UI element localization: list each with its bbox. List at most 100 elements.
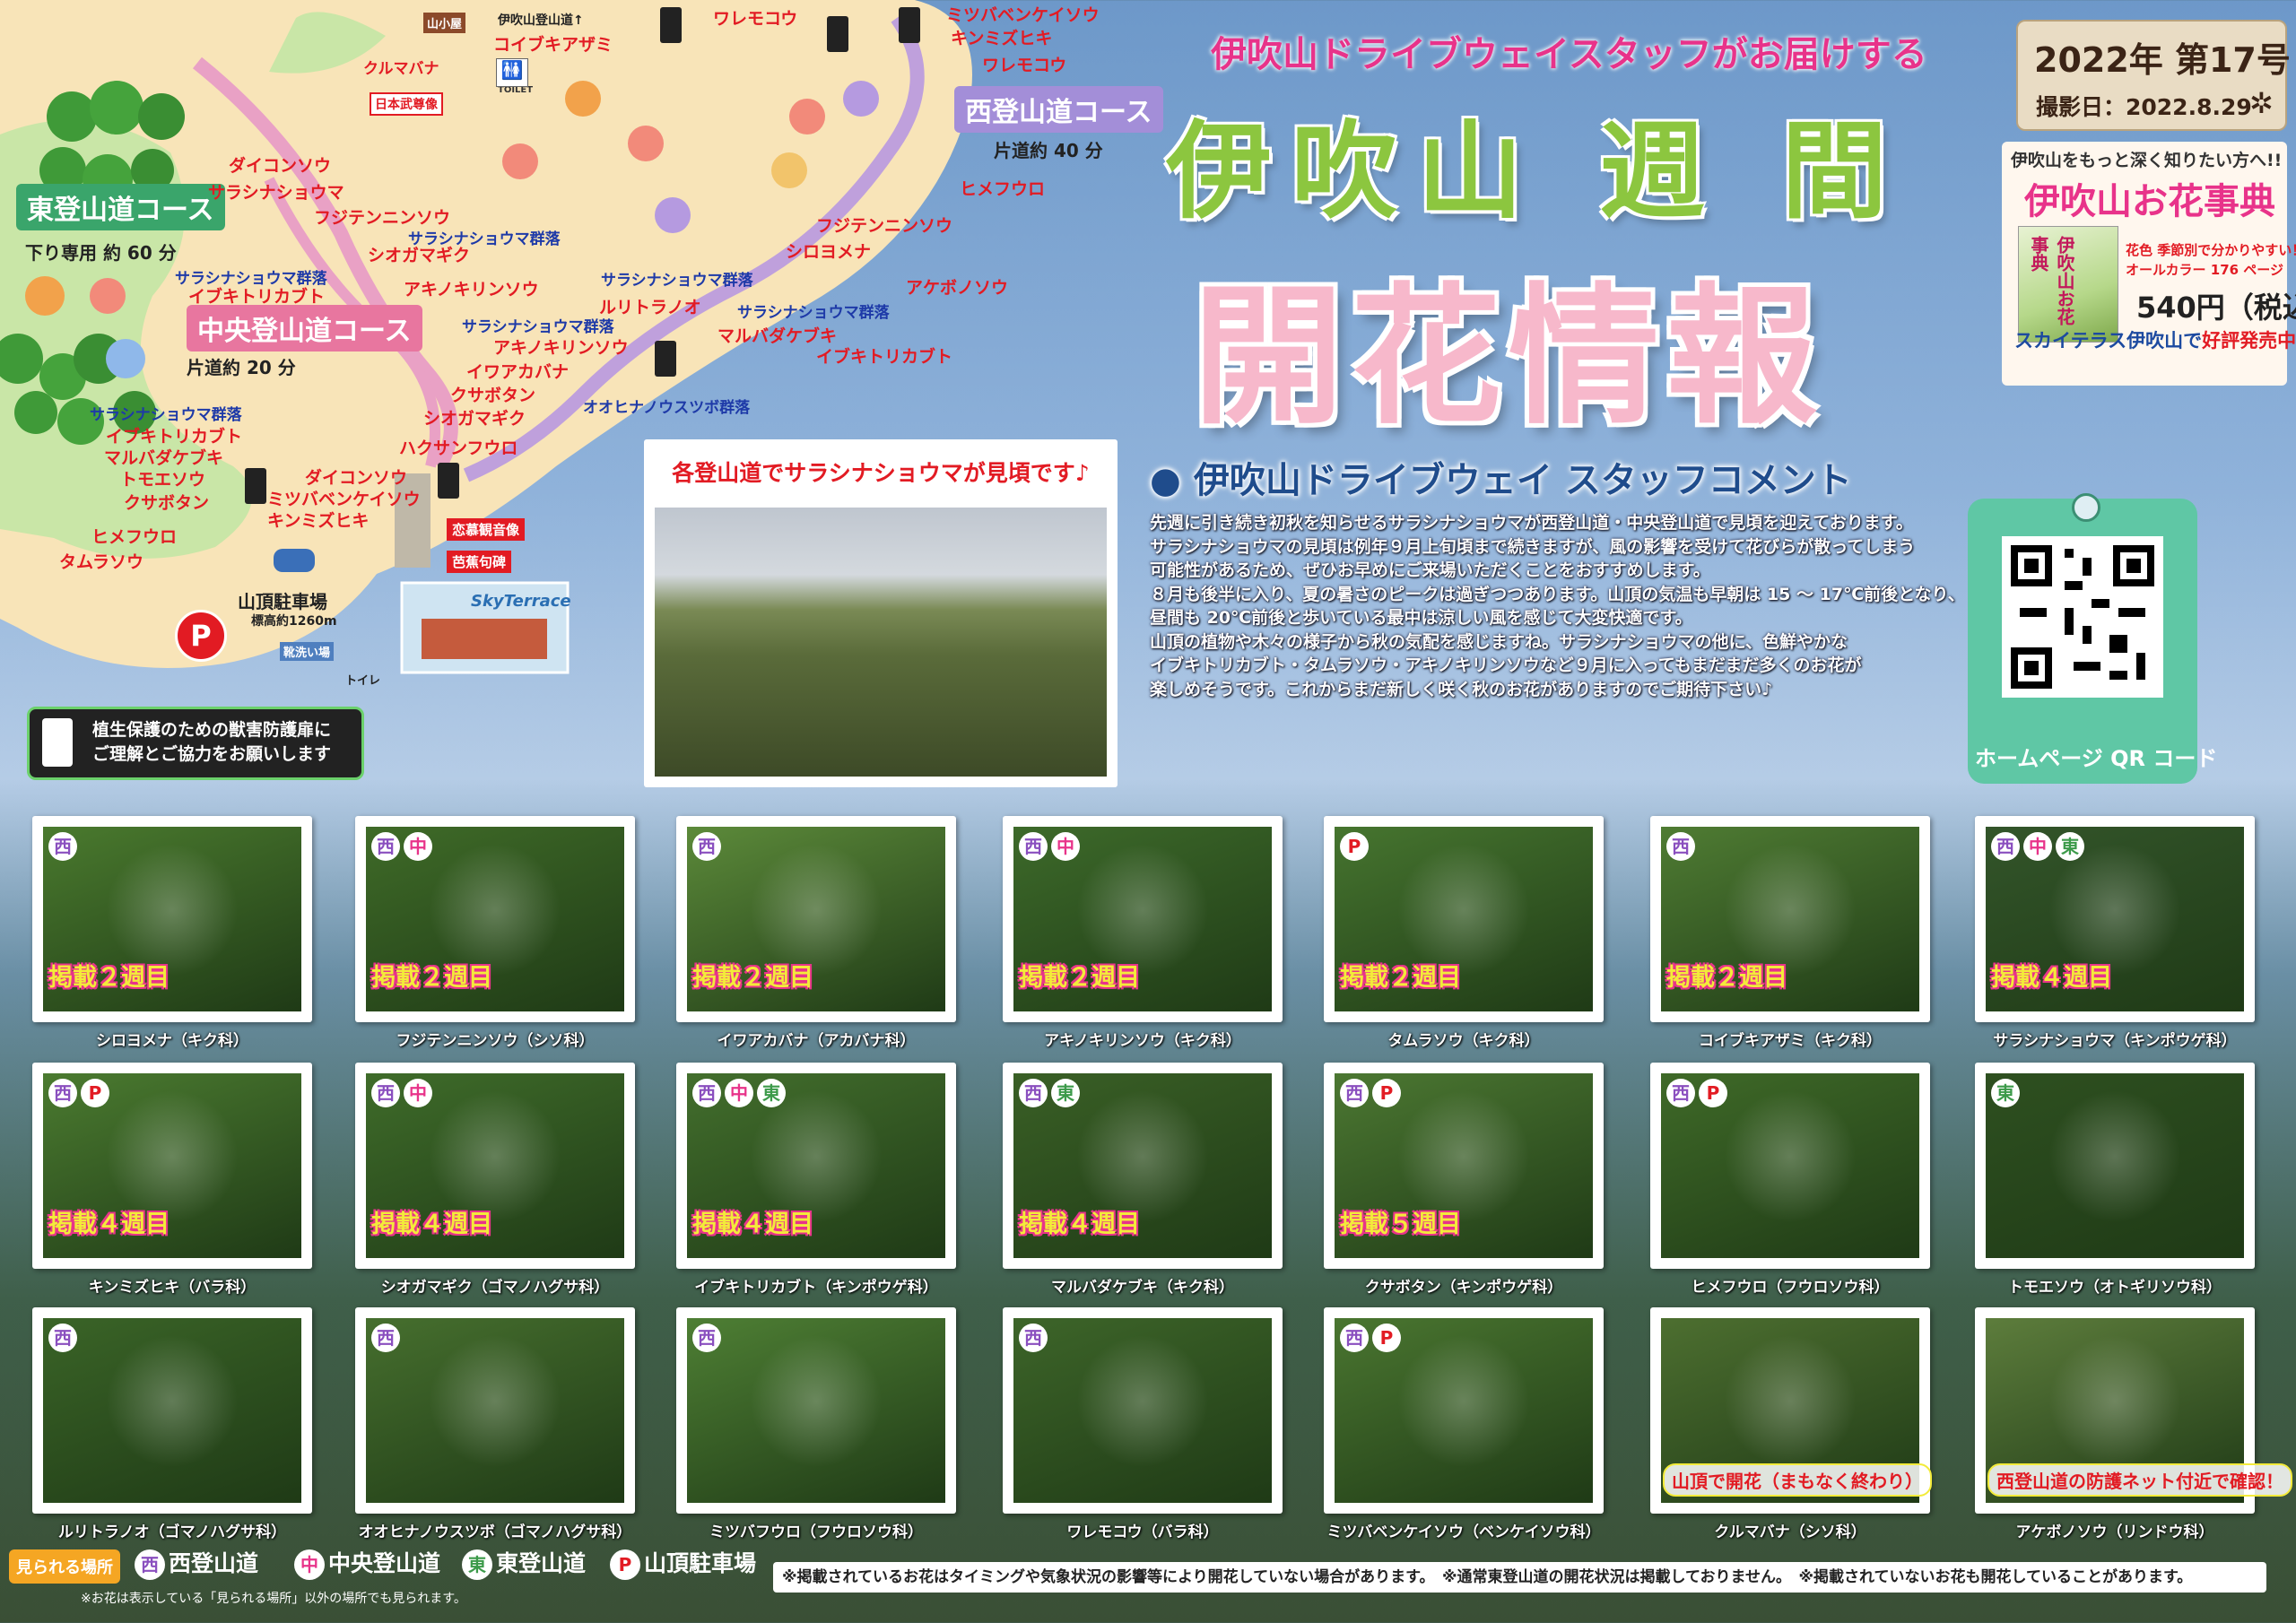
flower-photo-frame: 西掲載２週目 — [32, 816, 312, 1022]
comment-line: ８月も後半に入り、夏の暑さのピークは過ぎつつあります。山頂の気温も早朝は 15 … — [1150, 584, 1965, 604]
parking-label: 山頂駐車場 — [238, 591, 327, 612]
flower-name: トモエソウ（オトギリソウ科） — [2008, 1279, 2222, 1297]
location-badge: 西 — [1340, 1079, 1369, 1107]
koibo-label: 恋慕観音像 — [447, 518, 526, 541]
location-badge: 東 — [2056, 832, 2084, 861]
map-kinmizu: キンミズヒキ — [951, 29, 1053, 48]
location-badge: 西 — [1019, 1079, 1048, 1107]
book-desc-1: 花色 季節別で分かりやすい！ — [2126, 242, 2296, 258]
location-badges: 西 — [692, 1324, 725, 1352]
flower-photo-frame: 西登山道の防護ネット付近で確認！ — [1975, 1307, 2292, 1514]
flower-card: 東トモエソウ（オトギリソウ科） — [1975, 1063, 2255, 1297]
location-badges: 西 — [1019, 1324, 1051, 1352]
qr-code[interactable] — [2002, 536, 2163, 698]
flower-name: ヒメフウロ（フウロソウ科） — [1691, 1279, 1890, 1297]
map-oohina: オオヒナノウスツボ群落 — [583, 399, 751, 417]
center-course-label: 中央登山道コース — [187, 305, 422, 352]
book-title: 伊吹山お花事典 — [2024, 181, 2275, 222]
parking-icon: P — [175, 610, 227, 662]
flower-name: オオヒナノウスツボ（ゴマノハグサ科） — [358, 1523, 632, 1541]
location-badge: 西 — [692, 832, 721, 861]
flower-photo-frame: 東 — [1975, 1063, 2255, 1269]
location-badge: 西 — [1340, 1324, 1369, 1352]
location-badge: 西 — [692, 1079, 721, 1107]
flower-name: キンミズヒキ（バラ科） — [88, 1279, 257, 1297]
gate-icon — [660, 7, 682, 43]
flower-photo-frame: 西中東掲載４週目 — [1975, 816, 2255, 1022]
flower-name: シロヨメナ（キク科） — [96, 1032, 248, 1050]
flower-card: 西中東掲載４週目サラシナショウマ（キンポウゲ科） — [1975, 816, 2255, 1050]
location-badges: 西中東 — [692, 1079, 789, 1107]
header-week-title: 伊吹山 週 間 — [1166, 109, 1908, 233]
gate-icon — [655, 341, 676, 377]
book-lead: 伊吹山をもっと深く知りたい方へ!! — [2011, 151, 2283, 170]
flower-card: P 掲載２週目 タムラソウ（キク科） — [1324, 816, 1604, 1050]
legend-footnote: ※お花は表示している「見られる場所」以外の場所でも見られます。 — [81, 1592, 466, 1606]
map-daikon-2: ダイコンソウ — [305, 468, 408, 488]
flower-name: シオガマギク（ゴマノハグサ科） — [380, 1279, 610, 1297]
west-course-label: 西登山道コース — [954, 86, 1163, 133]
comment-line: 可能性があるため、ぜひお早めにご来場いただくことをおすすめします。 — [1150, 560, 1710, 580]
location-badge: P — [1340, 832, 1369, 861]
location-badges: 西P — [1340, 1079, 1405, 1107]
flower-photo — [43, 1318, 301, 1503]
flower-photo — [687, 1318, 945, 1503]
location-badges: 西 — [48, 832, 81, 861]
gate-icon — [245, 468, 266, 504]
tag-hole — [2072, 493, 2100, 522]
map-sara-gun-3: サラシナショウマ群落 — [601, 272, 753, 290]
flower-photo-frame: 西P — [1650, 1063, 1930, 1269]
flower-card: 西オオヒナノウスツボ（ゴマノハグサ科） — [355, 1307, 635, 1541]
location-badges: 西中東 — [1991, 832, 2088, 861]
header-tagline: 伊吹山ドライブウェイスタッフがお届けする — [1211, 34, 1927, 75]
book-price: 540円（税込） — [2136, 291, 2296, 325]
weeks-listed-badge: 掲載４週目 — [692, 1211, 813, 1238]
flower-card: 西掲載２週目 コイブキアザミ（キク科） — [1650, 816, 1930, 1050]
map-tomoe: トモエソウ — [120, 470, 206, 490]
flower-photo-frame: 西掲載２週目 — [676, 816, 956, 1022]
location-badges: 西 — [48, 1324, 81, 1352]
location-badge: 東 — [1991, 1079, 2020, 1107]
flower-photo-frame: 西中掲載２週目 — [1003, 816, 1283, 1022]
flower-name: タムラソウ（キク科） — [1387, 1032, 1540, 1050]
flower-name: アケボノソウ（リンドウ科） — [2015, 1523, 2214, 1541]
flower-photo-frame: 西 — [676, 1307, 956, 1514]
legend-east: 東東登山道 — [462, 1546, 586, 1580]
book-desc-2: オールカラー 176 ページ — [2126, 262, 2284, 278]
location-badge: P — [81, 1079, 109, 1107]
flower-card: 西中東掲載４週目 イブキトリカブト（キンポウゲ科） — [676, 1063, 956, 1297]
flower-card: 西 P 掲載５週目 クサボタン（キンポウゲ科） — [1324, 1063, 1604, 1297]
legend-tag: 見られる場所 — [9, 1549, 120, 1584]
flower-photo — [1986, 1073, 2244, 1258]
map-himefuro-2: ヒメフウロ — [91, 527, 178, 547]
location-badge: 西 — [48, 1079, 77, 1107]
map-marubadake-2: マルバダケブキ — [104, 448, 224, 468]
location-badges: 西 — [1666, 832, 1699, 861]
location-badges: 西P — [48, 1079, 113, 1107]
location-badge: 中 — [404, 832, 432, 861]
location-badges: P — [1340, 832, 1372, 861]
map-kusabotan-2: クサボタン — [124, 493, 210, 513]
map-sara-gun-2: サラシナショウマ群落 — [175, 270, 327, 288]
location-badge: 西 — [692, 1324, 721, 1352]
location-badges: 西 — [371, 1324, 404, 1352]
flower-photo-frame: 西 — [355, 1307, 635, 1514]
flower-name: フジテンニンソウ（シソ科） — [396, 1032, 595, 1050]
flower-photo-frame: 山頂で開花（まもなく終わり） — [1650, 1307, 1932, 1514]
weeks-listed-badge: 掲載２週目 — [1666, 964, 1787, 992]
flower-card: 西ルリトラノオ（ゴマノハグサ科） — [32, 1307, 312, 1541]
warn-line-1: 植生保護のための獣害防護扉に — [92, 720, 332, 740]
location-badges: 東 — [1991, 1079, 2023, 1107]
weeks-listed-badge: 掲載２週目 — [1019, 964, 1140, 992]
comment-line: 楽しめそうです。これからまだ新しく咲く秋のお花がありますのでご期待下さい♪ — [1150, 679, 1773, 699]
location-badges: 西中 — [371, 1079, 436, 1107]
location-badge: 西 — [1666, 1079, 1695, 1107]
location-badge: 西 — [1991, 832, 2020, 861]
book-cover: 伊吹山お花事典 — [2018, 226, 2118, 343]
flower-photo-frame: 西 P 掲載４週目 — [32, 1063, 312, 1269]
location-badge: 東 — [757, 1079, 786, 1107]
location-badge: 西 — [48, 832, 77, 861]
flower-name: サラシナショウマ（キンポウゲ科） — [1993, 1032, 2237, 1050]
skyterrace-logo: SkyTerrace — [471, 592, 571, 611]
flower-note: 山頂で開花（まもなく終わり） — [1663, 1463, 1932, 1497]
